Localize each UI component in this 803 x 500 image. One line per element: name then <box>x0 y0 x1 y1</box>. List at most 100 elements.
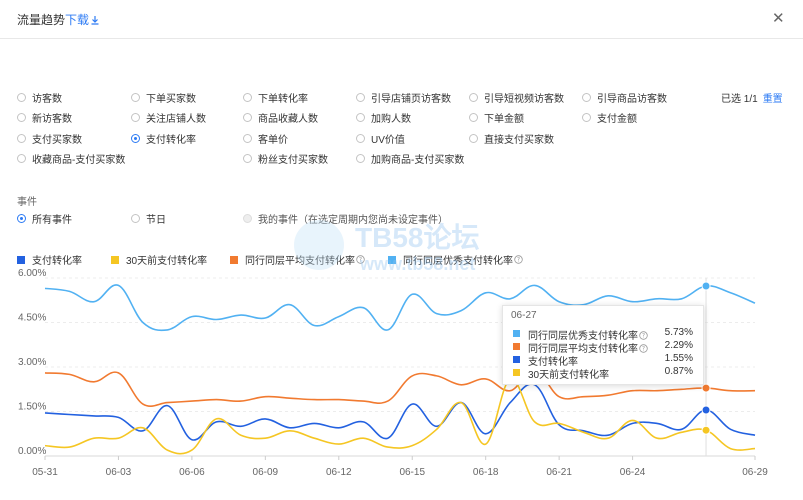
radio-icon[interactable] <box>356 113 365 122</box>
metric-option[interactable]: 下单金额 <box>469 110 524 125</box>
x-tick-label: 06-12 <box>326 467 352 478</box>
svg-text:?: ? <box>642 333 645 340</box>
metric-label: 加购人数 <box>371 114 411 125</box>
metric-option[interactable]: 下单买家数 <box>131 90 196 105</box>
metric-label: 客单价 <box>258 135 288 146</box>
tooltip-row: 支付转化率 1.55% <box>513 353 693 368</box>
metric-option[interactable]: 加购商品-支付买家数 <box>356 151 464 166</box>
metric-option[interactable]: 引导商品访客数 <box>582 90 667 105</box>
y-tick-label: 0.00% <box>18 446 46 457</box>
radio-icon[interactable] <box>582 113 591 122</box>
metric-option[interactable]: 支付金额 <box>582 110 637 125</box>
metric-option[interactable]: 收藏商品-支付买家数 <box>17 151 125 166</box>
legend-swatch <box>111 255 119 264</box>
y-tick-label: 3.00% <box>18 357 46 368</box>
metric-row: 支付买家数 支付转化率 客单价 UV价值 直接支付买家数 <box>17 131 717 147</box>
radio-icon[interactable] <box>17 113 26 122</box>
radio-icon[interactable] <box>131 113 140 122</box>
x-tick-label: 06-06 <box>179 467 205 478</box>
hover-point <box>701 281 711 291</box>
metric-option[interactable]: 直接支付买家数 <box>469 131 554 146</box>
metric-option[interactable]: 关注店铺人数 <box>131 110 206 125</box>
reset-button[interactable]: 重置 <box>763 94 783 105</box>
x-tick-label: 05-31 <box>32 467 58 478</box>
tooltip-swatch <box>513 356 520 363</box>
metric-label: 收藏商品-支付买家数 <box>32 155 126 166</box>
y-tick-label: 6.00% <box>18 268 46 279</box>
metric-option[interactable]: 商品收藏人数 <box>243 110 318 125</box>
download-icon <box>91 16 99 25</box>
tooltip-date: 06-27 <box>511 310 537 321</box>
radio-icon[interactable] <box>17 214 26 223</box>
x-tick-label: 06-21 <box>546 467 572 478</box>
radio-icon[interactable] <box>131 214 140 223</box>
event-label: 我的事件（在选定周期内您尚未设定事件） <box>258 215 448 226</box>
metric-label: 引导短视频访客数 <box>484 94 564 105</box>
tooltip-name-text: 30天前支付转化率 <box>528 370 610 381</box>
radio-icon[interactable] <box>469 93 478 102</box>
metric-label: 支付转化率 <box>146 135 196 146</box>
metric-option[interactable]: 加购人数 <box>356 110 411 125</box>
radio-icon[interactable] <box>17 93 26 102</box>
metric-option[interactable]: 支付转化率 <box>131 131 196 146</box>
help-icon[interactable]: ? <box>514 255 523 264</box>
metric-row: 访客数 下单买家数 下单转化率 引导店铺页访客数 引导短视频访客数 引导商品访客数 <box>17 90 717 106</box>
event-option: 我的事件（在选定周期内您尚未设定事件） <box>243 211 448 226</box>
metric-option[interactable]: 支付买家数 <box>17 131 82 146</box>
x-tick-label: 06-24 <box>620 467 646 478</box>
hover-point <box>701 383 711 393</box>
legend-swatch <box>17 255 25 264</box>
metric-option[interactable]: 客单价 <box>243 131 288 146</box>
radio-icon[interactable] <box>17 134 26 143</box>
radio-icon[interactable] <box>469 113 478 122</box>
metric-label: 新访客数 <box>32 114 72 125</box>
event-label: 节日 <box>146 215 166 226</box>
metric-option[interactable]: 访客数 <box>17 90 62 105</box>
metric-label: 访客数 <box>32 94 62 105</box>
svg-text:?: ? <box>642 346 645 353</box>
help-icon[interactable]: ? <box>639 331 648 340</box>
metric-option[interactable]: 粉丝支付买家数 <box>243 151 328 166</box>
metric-option[interactable]: UV价值 <box>356 131 405 146</box>
radio-icon[interactable] <box>582 93 591 102</box>
selected-count: 已选 1/1 <box>721 94 758 105</box>
radio-icon[interactable] <box>17 154 26 163</box>
metric-label: 支付金额 <box>597 114 637 125</box>
tooltip-row: 同行同层平均支付转化率? 2.29% <box>513 340 693 355</box>
radio-icon[interactable] <box>469 134 478 143</box>
legend-swatch <box>230 255 238 264</box>
legend-swatch <box>388 255 396 264</box>
event-option[interactable]: 节日 <box>131 211 166 226</box>
radio-icon[interactable] <box>243 154 252 163</box>
event-option[interactable]: 所有事件 <box>17 211 72 226</box>
metric-label: 支付买家数 <box>32 135 82 146</box>
svg-text:?: ? <box>517 257 520 264</box>
help-icon[interactable]: ? <box>356 255 365 264</box>
radio-icon[interactable] <box>243 93 252 102</box>
metric-row: 收藏商品-支付买家数 粉丝支付买家数 加购商品-支付买家数 <box>17 151 717 167</box>
radio-icon[interactable] <box>356 134 365 143</box>
hover-point <box>701 405 711 415</box>
close-icon[interactable]: ✕ <box>772 9 785 27</box>
metric-option[interactable]: 新访客数 <box>17 110 72 125</box>
metric-option[interactable]: 引导短视频访客数 <box>469 90 564 105</box>
metric-option[interactable]: 下单转化率 <box>243 90 308 105</box>
metric-label: 下单转化率 <box>258 94 308 105</box>
help-icon[interactable]: ? <box>639 344 648 353</box>
y-tick-label: 1.50% <box>18 402 46 413</box>
metric-option[interactable]: 引导店铺页访客数 <box>356 90 451 105</box>
x-tick-label: 06-15 <box>399 467 425 478</box>
radio-icon[interactable] <box>131 134 140 143</box>
x-tick-label: 06-29 <box>742 467 768 478</box>
download-link[interactable]: 下载 <box>65 13 100 27</box>
tooltip-value: 1.55% <box>664 353 693 364</box>
x-tick-label: 06-09 <box>253 467 279 478</box>
metric-label: 引导店铺页访客数 <box>371 94 451 105</box>
radio-icon[interactable] <box>356 93 365 102</box>
radio-icon[interactable] <box>243 134 252 143</box>
radio-icon[interactable] <box>243 113 252 122</box>
y-tick-label: 4.50% <box>18 313 46 324</box>
radio-icon[interactable] <box>356 154 365 163</box>
radio-icon[interactable] <box>131 93 140 102</box>
dialog-header: 流量趋势下载 ✕ <box>0 0 803 39</box>
